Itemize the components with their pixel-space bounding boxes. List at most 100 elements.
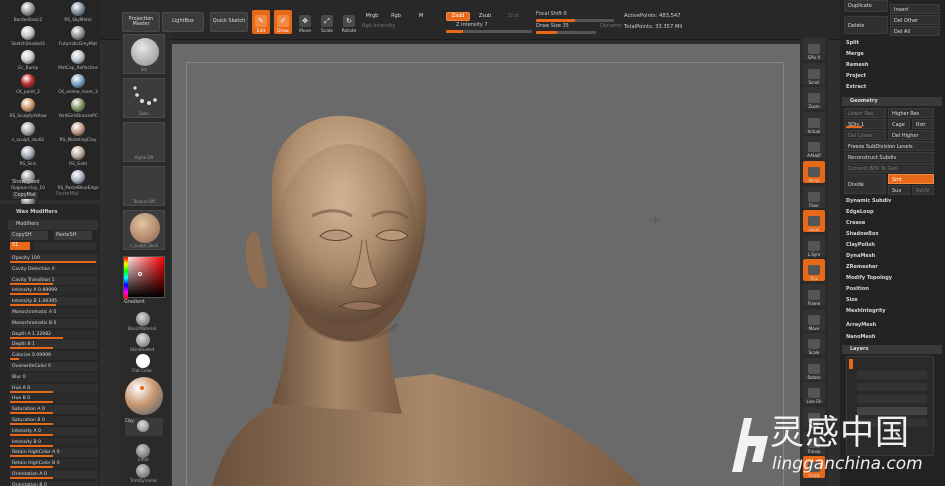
remesh-menu[interactable]: Remesh — [846, 62, 868, 68]
rstr-button[interactable]: Rstr — [912, 119, 934, 129]
main-material-sphere[interactable] — [125, 377, 163, 415]
arraymesh-menu[interactable]: ArrayMesh — [846, 322, 876, 328]
geometry-submenu-item[interactable]: Dynamic Subdiv — [846, 198, 891, 204]
geometry-submenu-item[interactable]: ZRemesher — [846, 264, 878, 270]
modifier-slider[interactable]: Monochromatic A 0 — [10, 308, 98, 317]
divide-button[interactable]: Divide — [844, 174, 886, 194]
material-swatch[interactable]: RS_Skin — [4, 146, 52, 167]
modifiers-header[interactable]: Modifiers — [16, 222, 39, 227]
gradient-label[interactable]: Gradient — [124, 300, 145, 306]
modifier-slider[interactable]: Hue A 0 — [10, 383, 98, 393]
material-swatch[interactable]: RS_SkyMetal — [54, 2, 102, 23]
shader-slots[interactable] — [34, 242, 96, 250]
material-swatch[interactable]: Gc_Bump — [4, 50, 52, 71]
del-higher-button[interactable]: Del Higher — [888, 130, 934, 140]
view-tool-button[interactable]: L.Sym — [803, 234, 825, 257]
geometry-submenu-item[interactable]: ShadowBox — [846, 231, 879, 237]
view-tool-button[interactable]: Scroll — [803, 62, 825, 85]
modifier-slider[interactable]: Hue B 0 — [10, 394, 98, 404]
z-intensity-slider[interactable] — [446, 30, 532, 33]
zcut-button[interactable]: Zcut — [502, 12, 524, 21]
split-menu[interactable]: Split — [846, 40, 859, 46]
view-tool-button[interactable]: Persp — [803, 161, 825, 183]
del-other-button[interactable]: Del Other — [890, 15, 940, 25]
modifier-slider[interactable]: Depth B 1 — [10, 340, 98, 350]
view-tool-button[interactable]: Rotate — [803, 357, 825, 380]
clay-brush-button[interactable]: Clay — [125, 418, 163, 436]
material-thumbnail[interactable]: c_sculpt_Skull — [123, 210, 165, 250]
geometry-submenu-item[interactable]: Position — [846, 286, 869, 292]
quick-sketch-button[interactable]: Quick Sketch — [210, 12, 248, 32]
geometry-submenu-item[interactable]: EdgeLoop — [846, 209, 874, 215]
modifier-slider[interactable]: Opacity 100 — [10, 254, 98, 263]
basic-material-swatch[interactable] — [136, 312, 150, 326]
merge-menu[interactable]: Merge — [846, 51, 864, 57]
mrgb-button[interactable]: Mrgb — [362, 12, 382, 22]
focal-shift-slider[interactable] — [536, 19, 614, 22]
geometry-submenu-item[interactable]: ClayPolish — [846, 242, 875, 248]
rotate-button[interactable]: ↻ Rotate — [340, 10, 358, 34]
modifier-slider[interactable]: Blur 0 — [10, 372, 98, 382]
modifier-slider[interactable]: Retain HighColor B 0 — [10, 459, 98, 469]
suv-toggle[interactable]: Suv — [888, 185, 910, 195]
modifier-slider[interactable]: Saturation B 0 — [10, 416, 98, 425]
modifier-slider[interactable]: Orientation B 0 — [10, 480, 98, 486]
convert-bpr-button[interactable]: Convert BPR To Geo — [844, 163, 934, 173]
scale-button[interactable]: ⤢ Scale — [318, 10, 336, 34]
view-tool-button[interactable]: Xyz — [803, 259, 825, 282]
copy-mat-button[interactable]: CopyMat — [12, 192, 39, 199]
material-swatch[interactable]: RS_ModelingClay — [54, 122, 102, 143]
alpha-thumbnail[interactable]: Alpha Off — [123, 122, 165, 162]
geometry-header[interactable]: Geometry — [842, 97, 942, 106]
skin-shade-swatch[interactable] — [136, 333, 150, 347]
modifier-slider[interactable]: Monochromatic B 0 — [10, 318, 98, 328]
view-tool-button[interactable]: SPix 0 — [803, 38, 825, 60]
shader-slot-s1[interactable]: S1 — [10, 242, 30, 250]
view-tool-button[interactable]: Local — [803, 210, 825, 233]
3d-viewport[interactable] — [172, 44, 800, 486]
material-swatch[interactable]: SketchShaded3 — [4, 26, 52, 47]
material-swatch[interactable]: c_sculpt_skull2 — [4, 122, 52, 143]
delete-button[interactable]: Delete — [844, 16, 888, 34]
layers-header[interactable]: Layers — [842, 345, 942, 354]
view-tool-button[interactable]: Move — [803, 308, 825, 331]
stroke-thumbnail[interactable]: Dots — [123, 78, 165, 118]
freeze-subdivision-button[interactable]: Freeze SubDivision Levels — [844, 141, 934, 151]
insert-button[interactable]: Insert — [890, 4, 940, 14]
del-lower-button[interactable]: Del Lower — [844, 130, 886, 140]
trim-dynamic-brush-icon[interactable] — [136, 464, 150, 478]
zadd-button[interactable]: Zadd — [446, 12, 470, 21]
cage-button[interactable]: Cage — [888, 119, 910, 129]
texture-thumbnail[interactable]: Texture Off — [123, 166, 165, 206]
material-swatch[interactable]: FuturisticGreyMat — [54, 26, 102, 47]
m-button[interactable]: M — [416, 12, 426, 22]
project-menu[interactable]: Project — [846, 73, 866, 79]
modifier-slider[interactable]: Colorize 0.09999 — [10, 351, 98, 361]
nanomesh-menu[interactable]: NanoMesh — [846, 334, 875, 340]
modifier-slider[interactable]: Depth A 1.22982 — [10, 329, 98, 339]
sculpted-head-model[interactable] — [172, 44, 800, 486]
rgb-intensity-slider[interactable]: Rgb Intensity — [362, 24, 395, 29]
modifier-slider[interactable]: Retain HighColor A 0 — [10, 448, 98, 458]
projection-master-button[interactable]: Projection Master — [122, 12, 160, 32]
copy-sh-button[interactable]: CopySH — [10, 231, 48, 240]
del-all-button[interactable]: Del All — [890, 26, 940, 36]
modifier-slider[interactable]: Intensity A 0 — [10, 426, 98, 436]
duplicate-button[interactable]: Duplicate — [844, 0, 888, 12]
modifier-slider[interactable]: Cavity Detection 0 — [10, 264, 98, 274]
geometry-submenu-item[interactable]: MeshIntegrity — [846, 308, 886, 314]
paste-mat-button[interactable]: PasteMat — [56, 192, 79, 197]
geometry-submenu-item[interactable]: Modify Topology — [846, 275, 892, 281]
lower-res-button[interactable]: Lower Res — [844, 108, 886, 118]
material-swatch[interactable]: YardGirlsBronzePC — [54, 98, 102, 119]
view-tool-button[interactable]: Actual — [803, 111, 825, 134]
view-tool-button[interactable]: Scale — [803, 333, 825, 356]
wax-modifiers-header[interactable]: Wax Modifiers — [16, 209, 57, 215]
material-swatch[interactable]: RS_PastelBlueEdge — [54, 170, 102, 191]
dynamic-button[interactable]: Dynamic — [600, 24, 622, 29]
modifier-slider[interactable]: Intensity B 0 — [10, 437, 98, 447]
view-tool-button[interactable]: Line Fill — [803, 382, 825, 405]
modifier-slider[interactable]: OverwriteColor 0 — [10, 362, 98, 371]
view-tool-button[interactable]: Zoom — [803, 87, 825, 110]
reconstruct-subdiv-button[interactable]: Reconstruct Subdiv — [844, 152, 934, 162]
